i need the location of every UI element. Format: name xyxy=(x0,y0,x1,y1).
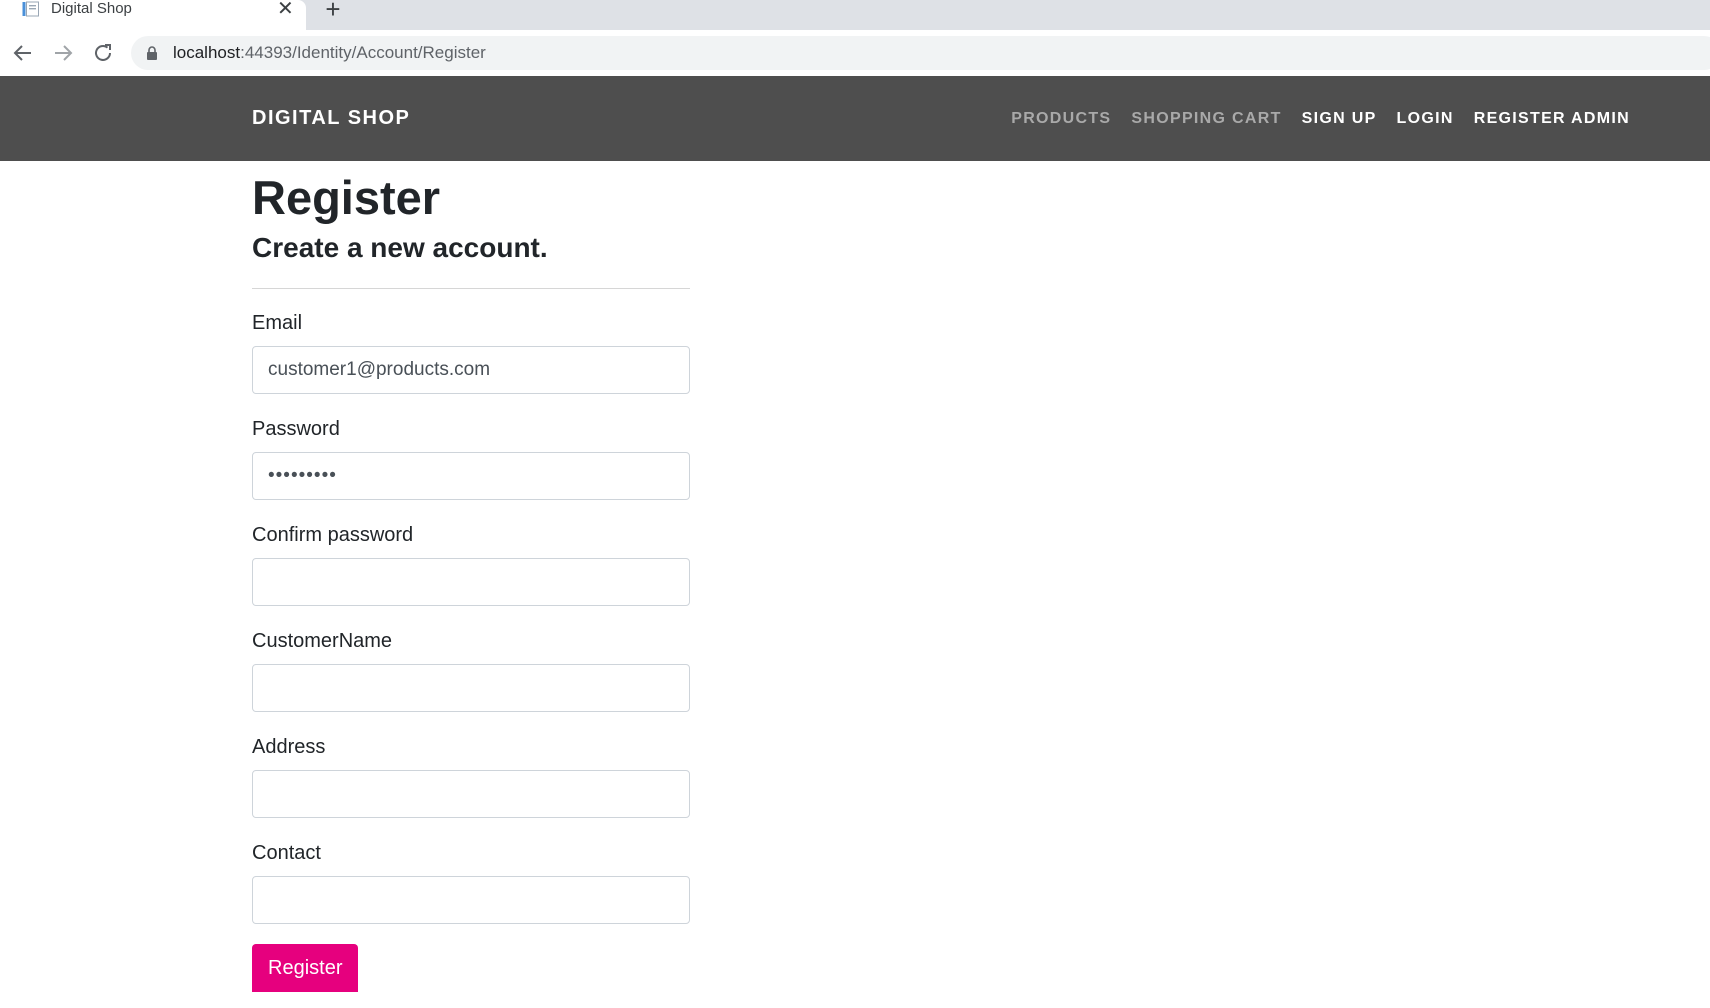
browser-tab[interactable]: Digital Shop ✕ xyxy=(0,0,306,30)
new-tab-icon[interactable]: + xyxy=(323,0,343,22)
contact-group: Contact xyxy=(252,840,690,924)
confirm-password-group: Confirm password xyxy=(252,522,690,606)
address-field[interactable] xyxy=(252,770,690,818)
back-arrow-icon[interactable] xyxy=(11,41,35,65)
nav-link-register-admin[interactable]: REGISTER ADMIN xyxy=(1474,110,1630,128)
page-subtitle: Create a new account. xyxy=(252,232,548,263)
page-title: Register xyxy=(252,171,441,224)
divider xyxy=(252,288,690,289)
reload-icon[interactable] xyxy=(91,41,115,65)
nav-link-shopping-cart[interactable]: SHOPPING CART xyxy=(1131,110,1281,128)
brand-logo-link[interactable]: DIGITAL SHOP xyxy=(252,76,410,161)
address-bar[interactable]: localhost:44393/Identity/Account/Registe… xyxy=(131,36,1710,70)
email-field[interactable] xyxy=(252,346,690,394)
submit-row: Register xyxy=(252,944,690,992)
site-navbar: DIGITAL SHOP PRODUCTS SHOPPING CART SIGN… xyxy=(0,76,1710,161)
email-group: Email xyxy=(252,310,690,394)
forward-arrow-icon[interactable] xyxy=(51,41,75,65)
register-form: Email Password Confirm password Customer… xyxy=(252,310,690,992)
nav-link-login[interactable]: LOGIN xyxy=(1397,110,1454,128)
url-text[interactable]: localhost:44393/Identity/Account/Registe… xyxy=(173,36,486,70)
tab-close-icon[interactable]: ✕ xyxy=(277,0,294,19)
url-path: :44393/Identity/Account/Register xyxy=(240,43,486,62)
tab-title: Digital Shop xyxy=(51,0,132,17)
customer-name-group: CustomerName xyxy=(252,628,690,712)
password-field[interactable] xyxy=(252,452,690,500)
address-group: Address xyxy=(252,734,690,818)
confirm-password-label: Confirm password xyxy=(252,524,414,546)
nav-links: PRODUCTS SHOPPING CART SIGN UP LOGIN REG… xyxy=(991,76,1630,161)
contact-label: Contact xyxy=(252,842,321,864)
password-group: Password xyxy=(252,416,690,500)
address-label: Address xyxy=(252,736,326,758)
customer-name-label: CustomerName xyxy=(252,630,393,652)
customer-name-field[interactable] xyxy=(252,664,690,712)
nav-link-sign-up[interactable]: SIGN UP xyxy=(1302,110,1377,128)
register-page: Register Create a new account. Email Pas… xyxy=(252,161,690,992)
url-host: localhost xyxy=(173,43,241,62)
contact-field[interactable] xyxy=(252,876,690,924)
browser-toolbar: localhost:44393/Identity/Account/Registe… xyxy=(0,30,1710,76)
confirm-password-field[interactable] xyxy=(252,558,690,606)
browser-tabstrip: Digital Shop ✕ + xyxy=(0,0,1710,30)
lock-icon[interactable] xyxy=(146,46,158,60)
page-favicon-icon xyxy=(22,1,39,17)
password-label: Password xyxy=(252,418,340,440)
nav-link-products[interactable]: PRODUCTS xyxy=(1011,110,1111,128)
register-button[interactable]: Register xyxy=(252,944,359,992)
email-label: Email xyxy=(252,312,303,334)
